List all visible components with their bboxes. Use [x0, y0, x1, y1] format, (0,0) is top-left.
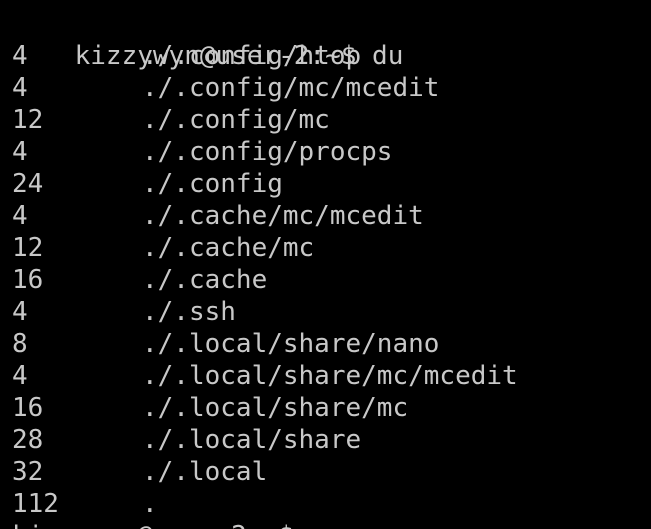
du-size: 4 — [12, 73, 28, 103]
du-size: 112 — [12, 489, 59, 519]
du-path: ./.local/share/nano — [142, 329, 440, 359]
du-path: ./.local — [142, 457, 268, 487]
du-size: 12 — [12, 105, 44, 135]
command-line: kizzywyn@user-2:~$ du — [12, 8, 404, 71]
du-size: 4 — [12, 137, 28, 167]
du-size: 16 — [12, 265, 44, 295]
next-prompt-partial: kizzywyn@user-2:~$ — [12, 520, 294, 529]
du-size: 4 — [12, 41, 28, 71]
du-output-row: 4 ./.ssh — [12, 296, 518, 328]
previous-output-partial-left: ~ — [12, 0, 28, 8]
du-path: ./.cache/mc — [142, 233, 315, 263]
du-path: ./.cache — [142, 265, 268, 295]
du-path: ./.config/mc — [142, 105, 330, 135]
du-path: ./.ssh — [142, 297, 236, 327]
du-path: ./.config/mc/mcedit — [142, 73, 440, 103]
du-path: ./.local/share — [142, 425, 362, 455]
du-path: ./.config/htop — [142, 41, 362, 71]
du-output-row: 4 ./.config/htop — [12, 40, 518, 72]
du-path: ./.cache/mc/mcedit — [142, 201, 424, 231]
du-output: 4 ./.config/htop 4 ./.config/mc/mcedit 12.… — [12, 40, 518, 520]
du-path: ./.config/procps — [142, 137, 393, 167]
du-output-row: 4 ./.config/procps — [12, 136, 518, 168]
du-output-row: 16 ./.cache — [12, 264, 518, 296]
du-output-row: 28 ./.local/share — [12, 424, 518, 456]
previous-output-partial-right: ~ — [617, 0, 633, 8]
du-output-row: 112. — [12, 488, 518, 520]
du-output-row: 12 ./.config/mc — [12, 104, 518, 136]
du-path: ./.config — [142, 169, 283, 199]
du-size: 4 — [12, 361, 28, 391]
du-path: ./.local/share/mc/mcedit — [142, 361, 518, 391]
du-path: . — [142, 489, 158, 519]
du-size: 32 — [12, 457, 44, 487]
du-size: 4 — [12, 201, 28, 231]
du-size: 8 — [12, 329, 28, 359]
du-output-row: 32 ./.local — [12, 456, 518, 488]
du-output-row: 4 ./.local/share/mc/mcedit — [12, 360, 518, 392]
du-size: 12 — [12, 233, 44, 263]
du-path: ./.local/share/mc — [142, 393, 409, 423]
du-size: 28 — [12, 425, 44, 455]
du-size: 4 — [12, 297, 28, 327]
terminal-window[interactable]: ~ ~ kizzywyn@user-2:~$ du 4 ./.config/hto… — [0, 0, 651, 529]
du-size: 24 — [12, 169, 44, 199]
du-output-row: 16 ./.local/share/mc — [12, 392, 518, 424]
du-size: 16 — [12, 393, 44, 423]
du-output-row: 24 ./.config — [12, 168, 518, 200]
du-output-row: 8 ./.local/share/nano — [12, 328, 518, 360]
du-output-row: 4 ./.cache/mc/mcedit — [12, 200, 518, 232]
du-output-row: 12 ./.cache/mc — [12, 232, 518, 264]
du-output-row: 4 ./.config/mc/mcedit — [12, 72, 518, 104]
